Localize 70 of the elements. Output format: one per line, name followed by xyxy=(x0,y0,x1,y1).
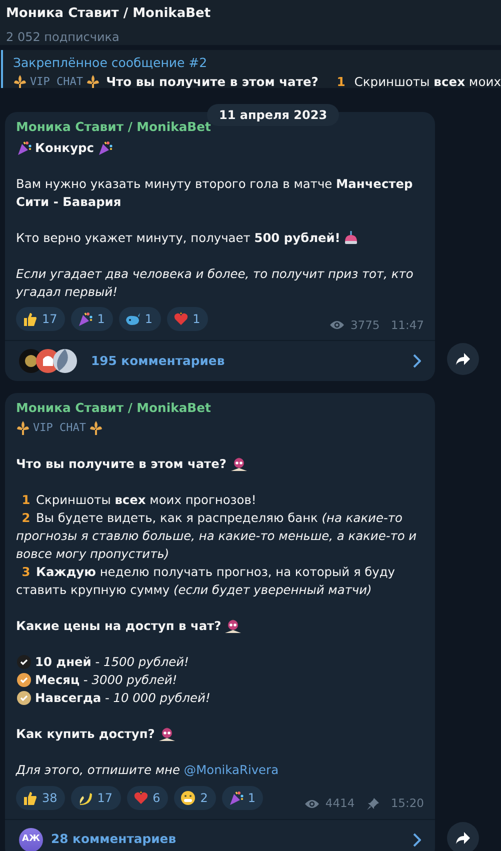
list-item-text: 2 Вы будете видеть, как я распределяю банк (на какие-то прогнозы я ставлю больше, на какие-то меньше, а какие-то и вовсе могу пропустить) xyxy=(16,509,418,564)
fleur-de-lis-icon xyxy=(89,420,104,436)
message-text: Кто верно укажет минуту, получает 500 рублей! xyxy=(16,230,340,247)
reaction-button[interactable]: 17 xyxy=(71,786,121,810)
message-heading: Конкурс xyxy=(35,140,94,157)
price-text: 10 дней - 1500 рублей! xyxy=(35,654,189,672)
party-popper-icon xyxy=(77,311,94,328)
reading-figure-icon xyxy=(224,618,242,634)
author-name: Моника Ставит / MonikaBet xyxy=(16,398,212,417)
item-number: 3 xyxy=(20,564,32,582)
subscriber-count: 2 052 подписчика xyxy=(6,28,120,46)
list-item-text: 3 Каждую неделю получать прогноз, на который я буду ставить крупную сумму (если будет уверенный матчи) xyxy=(16,563,396,600)
fleur-de-lis-icon xyxy=(16,420,30,436)
share-arrow-icon xyxy=(455,830,471,845)
share-arrow-icon xyxy=(455,352,471,366)
message-time: 15:20 xyxy=(390,795,424,812)
reaction-button[interactable]: 17 xyxy=(16,307,66,332)
vip-chat-label: VIP CHAT xyxy=(30,74,84,88)
message-text: Если угадает два человека и более, то получит приз тот, кто угадал первый! xyxy=(16,266,414,301)
item-number: 1 xyxy=(336,74,346,88)
pinned-label: Закреплённое сообщение #2 xyxy=(13,54,208,72)
reaction-button[interactable]: 1 xyxy=(118,307,161,332)
message-text: Вам нужно указать минуту второго гола в матче Манчестер Сити - Бавария xyxy=(16,176,414,211)
thumbs-up-icon xyxy=(22,790,38,806)
reading-figure-icon xyxy=(158,726,176,742)
message-text: Для этого, отпишите мне @MonikaRivera xyxy=(16,762,280,780)
reaction-button[interactable]: 1 xyxy=(166,307,208,332)
pinned-preview-text: Скриншоты всех моих xyxy=(354,74,501,88)
message-heading: Что вы получите в этом чате? xyxy=(16,456,226,474)
share-button[interactable] xyxy=(447,342,479,375)
party-popper-icon xyxy=(228,790,244,806)
reaction-button[interactable]: 1 xyxy=(222,786,264,810)
view-count: 3775 xyxy=(350,316,380,334)
item-number: 2 xyxy=(20,510,32,528)
whale-icon xyxy=(124,311,141,328)
reaction-button[interactable]: 1 xyxy=(71,307,113,332)
cake-icon xyxy=(343,230,360,246)
vip-chat-label: VIP CHAT xyxy=(33,420,86,436)
username-link[interactable]: @MonikaRivera xyxy=(184,763,279,778)
message-heading: Как купить доступ? xyxy=(16,726,155,744)
chevron-right-icon xyxy=(413,354,421,368)
comments-button[interactable]: АЖ 28 комментариев xyxy=(5,818,435,851)
party-popper-icon xyxy=(97,140,114,156)
item-number: 1 xyxy=(20,492,32,510)
grinning-face-icon xyxy=(180,790,196,806)
party-popper-icon xyxy=(16,140,32,156)
eye-icon xyxy=(304,798,320,810)
price-text: Навсегда - 10 000 рублей! xyxy=(35,690,210,708)
view-count: 4414 xyxy=(325,795,355,812)
list-item-text: 1 Скриншоты всех моих прогнозов! xyxy=(16,491,424,510)
fleur-de-lis-icon xyxy=(13,74,27,88)
reaction-button[interactable]: 6 xyxy=(126,786,168,810)
banana-icon xyxy=(77,790,94,806)
channel-title: Моника Ставит / MonikaBet xyxy=(6,5,212,23)
user-avatar xyxy=(53,348,77,373)
heart-icon xyxy=(132,790,149,806)
message-time: 11:47 xyxy=(390,316,424,334)
heart-icon xyxy=(172,311,189,328)
price-text: Месяц - 3000 рублей! xyxy=(35,672,178,690)
eye-icon xyxy=(329,319,346,332)
user-avatar: АЖ xyxy=(19,828,43,851)
comments-button[interactable]: 195 комментариев xyxy=(5,340,435,381)
reading-figure-icon xyxy=(230,456,248,472)
thumbs-up-icon xyxy=(22,311,38,328)
fleur-de-lis-icon xyxy=(86,74,100,88)
reaction-button[interactable]: 38 xyxy=(16,786,66,810)
reaction-button[interactable]: 2 xyxy=(174,786,216,810)
message-heading: Какие цены на доступ в чат? xyxy=(16,618,222,636)
share-button[interactable] xyxy=(447,822,479,851)
chevron-right-icon xyxy=(413,832,421,847)
